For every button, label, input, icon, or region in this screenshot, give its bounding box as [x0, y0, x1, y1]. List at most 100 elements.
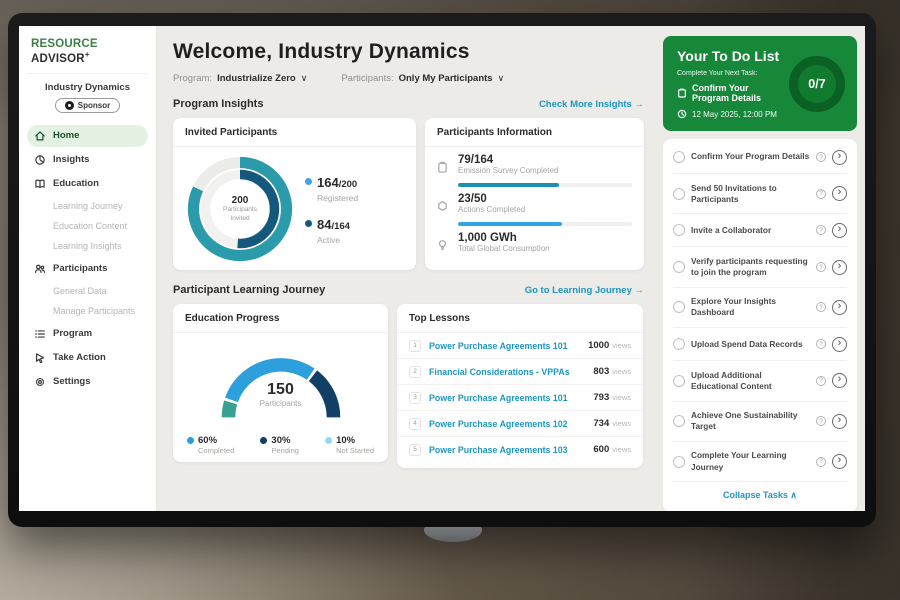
lesson-row: 4 Power Purchase Agreements 102 734 view… — [397, 411, 643, 437]
participants-dropdown[interactable]: Participants: Only My Participants ∨ — [341, 73, 504, 84]
actions-icon — [437, 200, 448, 212]
link-label: Go to Learning Journey — [525, 285, 632, 296]
task-checkbox[interactable] — [673, 188, 685, 200]
legend-value: 84 — [317, 217, 331, 232]
task-open-button[interactable]: › — [832, 337, 847, 352]
help-icon[interactable]: ? — [816, 225, 826, 235]
participants-information-card: Participants Information 79/164 Emission… — [425, 118, 644, 270]
stat-label: Total Global Consumption — [458, 244, 632, 253]
legend-pct: 30% — [271, 435, 299, 446]
todo-subtitle: Complete Your Next Task: — [677, 70, 783, 77]
go-to-learning-journey-link[interactable]: Go to Learning Journey → — [525, 285, 644, 296]
task-row: Confirm Your Program Details ? › — [673, 141, 847, 174]
task-checkbox[interactable] — [673, 456, 685, 468]
sidebar-item-education-content[interactable]: Education Content — [27, 217, 148, 236]
lesson-rank: 1 — [409, 340, 421, 352]
lesson-views: 734 — [593, 418, 609, 429]
lesson-views: 803 — [593, 366, 609, 377]
legend-value: 164 — [317, 175, 339, 190]
chevron-right-icon: › — [838, 374, 842, 385]
task-open-button[interactable]: › — [832, 186, 847, 201]
help-icon[interactable]: ? — [816, 457, 826, 467]
lesson-link[interactable]: Power Purchase Agreements 103 — [429, 445, 593, 455]
sidebar-item-general-data[interactable]: General Data — [27, 282, 148, 301]
task-checkbox[interactable] — [673, 415, 685, 427]
stat-label: Actions Completed — [458, 205, 632, 214]
help-icon[interactable]: ? — [816, 189, 826, 199]
sidebar-item-home[interactable]: Home — [27, 125, 148, 147]
legend-label: Completed — [198, 446, 234, 455]
stat-actions-completed: 23/50 Actions Completed — [437, 193, 632, 217]
task-label: Complete Your Learning Journey — [691, 450, 810, 472]
help-icon[interactable]: ? — [816, 416, 826, 426]
task-checkbox[interactable] — [673, 338, 685, 350]
sidebar-item-education[interactable]: Education — [27, 173, 148, 195]
program-value: Industrialize Zero — [217, 73, 296, 84]
lesson-link[interactable]: Power Purchase Agreements 101 — [429, 341, 588, 351]
sidebar-item-program[interactable]: Program — [27, 323, 148, 345]
lesson-link[interactable]: Power Purchase Agreements 102 — [429, 419, 593, 429]
sidebar-item-learning-journey[interactable]: Learning Journey — [27, 197, 148, 216]
main-content: Welcome, Industry Dynamics Program: Indu… — [157, 26, 654, 511]
task-open-button[interactable]: › — [832, 454, 847, 469]
participants-value: Only My Participants — [399, 73, 493, 84]
program-dropdown[interactable]: Program: Industrialize Zero ∨ — [173, 73, 307, 84]
lesson-views: 1000 — [588, 340, 609, 351]
sidebar-item-insights[interactable]: Insights — [27, 149, 148, 171]
emission-progress-bar — [458, 183, 632, 187]
home-icon — [34, 130, 46, 142]
insights-icon — [34, 154, 46, 166]
task-open-button[interactable]: › — [832, 260, 847, 275]
chevron-right-icon: › — [838, 151, 842, 162]
todo-title: Your To Do List — [677, 48, 783, 64]
arrow-right-icon: → — [635, 285, 645, 296]
education-gauge-chart: 150 Participants — [186, 337, 376, 429]
task-open-button[interactable]: › — [832, 414, 847, 429]
help-icon[interactable]: ? — [816, 302, 826, 312]
lesson-rank: 4 — [409, 418, 421, 430]
clipboard-icon — [677, 88, 687, 98]
task-checkbox[interactable] — [673, 301, 685, 313]
task-label: Upload Additional Educational Content — [691, 370, 810, 392]
participants-icon — [34, 263, 46, 275]
stat-value: 23/50 — [458, 193, 632, 205]
task-open-button[interactable]: › — [832, 150, 847, 165]
todo-task-list: Confirm Your Program Details ? › Send 50… — [663, 139, 857, 511]
views-suffix: views — [612, 341, 631, 350]
sidebar-item-settings[interactable]: Settings — [27, 371, 148, 393]
task-checkbox[interactable] — [673, 224, 685, 236]
collapse-tasks-link[interactable]: Collapse Tasks ∧ — [673, 482, 847, 510]
task-open-button[interactable]: › — [832, 300, 847, 315]
link-label: Check More Insights — [539, 99, 632, 110]
lesson-link[interactable]: Financial Considerations - VPPAs — [429, 367, 593, 377]
help-icon[interactable]: ? — [816, 339, 826, 349]
check-more-insights-link[interactable]: Check More Insights → — [539, 99, 644, 110]
dashboard-screen: RESOURCE ADVISOR+ Industry Dynamics Spon… — [19, 26, 865, 511]
stat-global-consumption: 1,000 GWh Total Global Consumption — [437, 232, 632, 256]
task-checkbox[interactable] — [673, 151, 685, 163]
top-lessons-card: Top Lessons 1 Power Purchase Agreements … — [397, 304, 643, 468]
sidebar-item-participants[interactable]: Participants — [27, 258, 148, 280]
sidebar-item-take-action[interactable]: Take Action — [27, 347, 148, 369]
task-checkbox[interactable] — [673, 261, 685, 273]
todo-progress-badge: 0/7 — [789, 56, 845, 112]
help-icon[interactable]: ? — [816, 262, 826, 272]
help-icon[interactable]: ? — [816, 376, 826, 386]
help-icon[interactable]: ? — [816, 152, 826, 162]
task-label: Upload Spend Data Records — [691, 339, 810, 350]
task-open-button[interactable]: › — [832, 373, 847, 388]
donut-center-label: Invited — [230, 215, 249, 223]
clipboard-icon — [437, 161, 448, 173]
sidebar-item-manage-participants[interactable]: Manage Participants — [27, 302, 148, 321]
task-checkbox[interactable] — [673, 375, 685, 387]
gauge-center-value: 150 — [186, 381, 376, 399]
gauge-center-label: Participants — [186, 399, 376, 408]
task-open-button[interactable]: › — [832, 223, 847, 238]
lesson-rank: 3 — [409, 392, 421, 404]
sponsor-badge: Sponsor — [55, 98, 120, 113]
list-icon — [34, 328, 46, 340]
lesson-rank: 5 — [409, 444, 421, 456]
lesson-link[interactable]: Power Purchase Agreements 101 — [429, 393, 593, 403]
sidebar-item-learning-insights[interactable]: Learning Insights — [27, 237, 148, 256]
stat-value: 1,000 GWh — [458, 232, 632, 244]
